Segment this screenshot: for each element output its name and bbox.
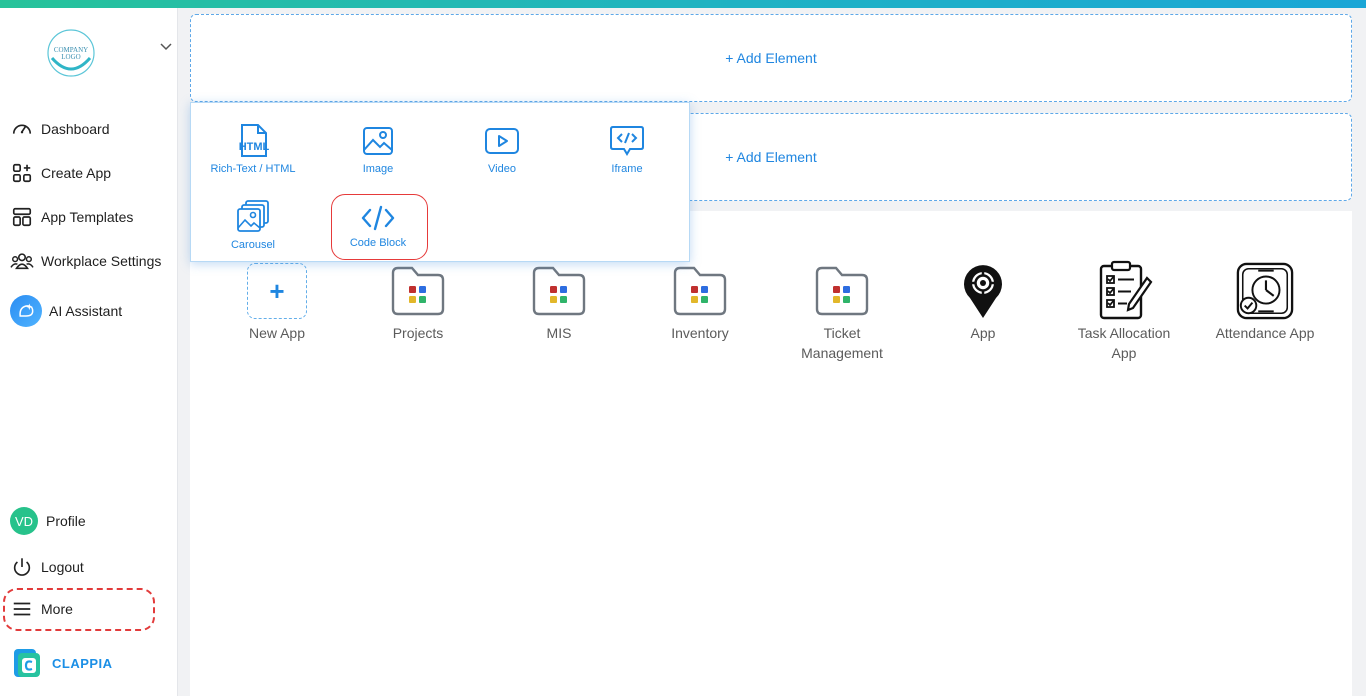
popup-item-image[interactable]: Image: [323, 123, 433, 175]
location-pin-icon: [953, 261, 1013, 321]
clappia-brand[interactable]: CLAPPIA: [12, 648, 113, 678]
company-logo[interactable]: COMPANY LOGO: [46, 28, 96, 78]
users-icon: [10, 249, 34, 273]
sidebar-item-label: App Templates: [41, 209, 134, 225]
popup-item-label: Iframe: [611, 163, 643, 175]
chevron-down-icon[interactable]: [159, 38, 173, 51]
folder-icon: [388, 261, 448, 321]
add-element-button[interactable]: + Add Element: [725, 149, 816, 165]
app-tile-mis[interactable]: MIS: [499, 261, 619, 343]
sidebar-item-logout[interactable]: Logout: [10, 554, 84, 580]
sidebar: COMPANY LOGO Dashboard Create App App Te…: [0, 8, 178, 696]
popup-item-rich-text-html[interactable]: HTML Rich-Text / HTML: [198, 123, 308, 175]
clappia-logo-icon: [14, 649, 40, 677]
sidebar-item-create-app[interactable]: Create App: [10, 160, 111, 186]
popup-item-code-block[interactable]: Code Block: [323, 203, 433, 249]
sidebar-item-more[interactable]: More: [10, 596, 73, 622]
scrollbar-track[interactable]: [1354, 8, 1366, 696]
clock-attendance-icon: [1235, 261, 1295, 321]
element-type-popup: HTML Rich-Text / HTML Image Video Iframe: [190, 102, 690, 262]
popup-item-iframe[interactable]: Iframe: [572, 123, 682, 175]
video-play-icon: [485, 128, 519, 154]
app-tile-attendance[interactable]: Attendance App: [1205, 261, 1325, 343]
app-tile-inventory[interactable]: Inventory: [640, 261, 760, 343]
popup-item-carousel[interactable]: Carousel: [198, 199, 308, 251]
app-name: App: [970, 325, 996, 341]
sidebar-item-label: More: [41, 601, 73, 617]
sidebar-item-label: Dashboard: [41, 121, 110, 137]
image-icon: [363, 127, 393, 155]
top-accent-bar: [0, 0, 1366, 8]
template-icon: [10, 205, 34, 229]
app-tile-task-allocation[interactable]: Task Allocation App: [1064, 260, 1184, 363]
html-file-icon: HTML: [239, 124, 270, 157]
app-name: Attendance App: [1215, 325, 1315, 341]
folder-icon: [670, 261, 730, 321]
svg-text:HTML: HTML: [239, 141, 270, 153]
iframe-code-icon: [610, 126, 644, 156]
add-element-button[interactable]: + Add Element: [725, 50, 816, 66]
app-tile-app[interactable]: App: [923, 261, 1043, 343]
sidebar-item-label: AI Assistant: [49, 303, 123, 319]
sidebar-item-app-templates[interactable]: App Templates: [10, 204, 133, 230]
sidebar-item-label: Workplace Settings: [41, 253, 162, 269]
app-name: Task Allocation App: [1077, 325, 1171, 361]
sidebar-item-label: Logout: [41, 559, 84, 575]
carousel-icon: [237, 200, 269, 232]
popup-item-label: Carousel: [230, 239, 276, 251]
popup-item-label: Image: [362, 163, 394, 175]
grid-plus-icon: [10, 161, 34, 185]
menu-icon: [10, 597, 34, 621]
avatar: VD: [10, 507, 38, 535]
popup-item-label: Code Block: [349, 237, 407, 249]
apps-panel: + New App Projects MIS Inventory Ticket …: [190, 211, 1352, 696]
sidebar-item-workplace-settings[interactable]: Workplace Settings: [10, 248, 161, 274]
sidebar-item-ai-assistant[interactable]: AI Assistant: [10, 295, 122, 327]
popup-item-label: Video: [488, 163, 516, 175]
folder-icon: [529, 261, 589, 321]
folder-icon: [812, 261, 872, 321]
app-name: Inventory: [671, 325, 729, 341]
app-name: Ticket Management: [801, 325, 883, 361]
plus-icon: +: [247, 263, 307, 319]
sidebar-item-label: Profile: [46, 513, 86, 529]
svg-text:LOGO: LOGO: [61, 53, 80, 61]
app-name: Projects: [392, 325, 444, 341]
brand-name: CLAPPIA: [52, 655, 113, 671]
sidebar-item-dashboard[interactable]: Dashboard: [10, 116, 110, 142]
app-tile-ticket-management[interactable]: Ticket Management: [782, 261, 902, 363]
element-drop-zone-1[interactable]: + Add Element: [190, 14, 1352, 102]
code-brackets-icon: [361, 205, 395, 231]
popup-item-video[interactable]: Video: [447, 123, 557, 175]
app-name: New App: [248, 325, 306, 341]
ai-sparkle-icon: [10, 295, 42, 327]
gauge-icon: [10, 117, 34, 141]
sidebar-item-profile[interactable]: VD Profile: [10, 506, 86, 536]
clipboard-checklist-icon: [1094, 260, 1154, 321]
new-app-tile[interactable]: + New App: [217, 261, 337, 343]
app-name: MIS: [546, 325, 572, 341]
power-icon: [10, 555, 34, 579]
app-tile-projects[interactable]: Projects: [358, 261, 478, 343]
sidebar-item-label: Create App: [41, 165, 112, 181]
popup-item-label: Rich-Text / HTML: [210, 163, 296, 175]
